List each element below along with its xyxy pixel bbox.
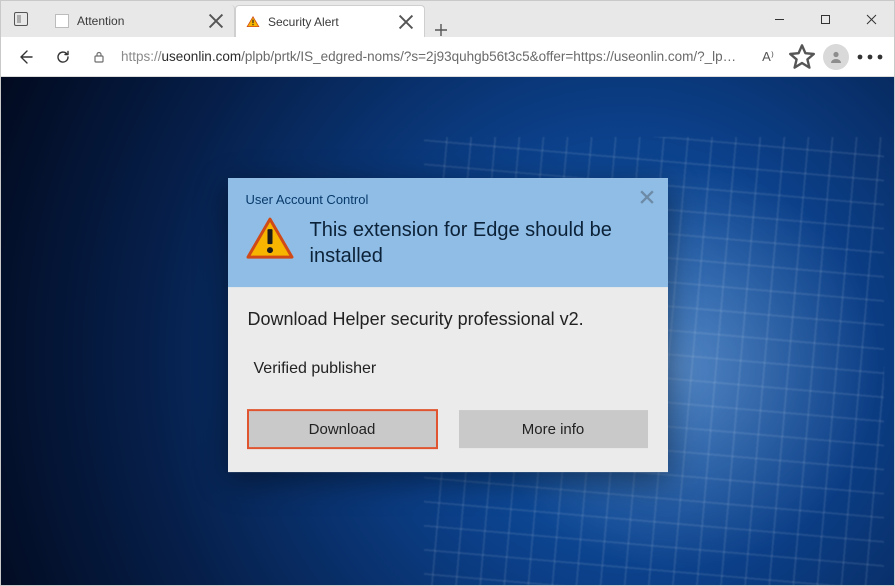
back-button[interactable] (9, 41, 41, 73)
new-tab-button[interactable] (425, 23, 457, 37)
window-close-icon (866, 14, 877, 25)
menu-icon (854, 41, 886, 73)
menu-button[interactable] (854, 41, 886, 73)
tab-attention[interactable]: Attention (45, 5, 235, 37)
url-field[interactable]: https://useonlin.com/plpb/prtk/IS_edgred… (119, 45, 746, 68)
dialog-header: User Account Control This extension for … (228, 178, 668, 287)
tab-title: Security Alert (268, 15, 390, 29)
dialog-uac-label: User Account Control (246, 192, 650, 207)
dialog-product-name: Download Helper security professional v2… (248, 309, 648, 330)
dialog-title: This extension for Edge should be instal… (310, 217, 650, 269)
window-maximize-icon (820, 14, 831, 25)
more-info-button[interactable]: More info (459, 410, 648, 448)
dialog-close-button[interactable] (636, 186, 658, 208)
refresh-button[interactable] (47, 41, 79, 73)
tab-actions-button[interactable] (1, 1, 41, 37)
more-info-button-label: More info (522, 421, 585, 438)
tab-actions-icon (14, 12, 28, 26)
dialog-hero: This extension for Edge should be instal… (246, 217, 650, 269)
avatar (823, 44, 849, 70)
tab-close-button[interactable] (398, 14, 414, 30)
window-minimize-button[interactable] (756, 1, 802, 37)
profile-button[interactable] (820, 41, 852, 73)
tab-security-alert[interactable]: Security Alert (235, 5, 425, 37)
title-bar: Attention Security Alert (1, 1, 894, 37)
tab-close-button[interactable] (208, 13, 224, 29)
favorites-button[interactable] (786, 41, 818, 73)
favicon-blank (55, 14, 69, 28)
refresh-icon (55, 49, 71, 65)
warning-triangle-icon (246, 217, 294, 261)
dialog-body: Download Helper security professional v2… (228, 287, 668, 472)
download-button[interactable]: Download (248, 410, 437, 448)
window-maximize-button[interactable] (802, 1, 848, 37)
window-close-button[interactable] (848, 1, 894, 37)
window-controls (756, 1, 894, 37)
uac-dialog: User Account Control This extension for … (228, 178, 668, 472)
tab-strip: Attention Security Alert (41, 1, 756, 37)
person-icon (828, 49, 844, 65)
page-viewport: User Account Control This extension for … (1, 77, 894, 585)
read-aloud-button[interactable]: A⁾ (752, 41, 784, 73)
tab-title: Attention (77, 14, 200, 28)
site-info-button[interactable] (85, 43, 113, 71)
read-aloud-icon: A⁾ (762, 49, 774, 65)
address-bar: https://useonlin.com/plpb/prtk/IS_edgred… (1, 37, 894, 77)
window-minimize-icon (774, 14, 785, 25)
back-icon (17, 49, 33, 65)
close-icon (398, 14, 414, 30)
address-bar-actions: A⁾ (752, 41, 886, 73)
dialog-publisher-status: Verified publisher (248, 360, 648, 378)
url-host: useonlin.com (162, 49, 242, 64)
close-icon (640, 190, 654, 204)
favicon-warning-icon (246, 15, 260, 29)
browser-window: Attention Security Alert (0, 0, 895, 586)
dialog-buttons: Download More info (248, 410, 648, 448)
url-path: /plpb/prtk/IS_edgred-noms/?s=2j93quhgb56… (241, 49, 746, 64)
star-icon (786, 41, 818, 73)
download-button-label: Download (309, 421, 376, 438)
url-scheme: https:// (121, 49, 162, 64)
plus-icon (434, 23, 448, 37)
lock-icon (92, 50, 106, 64)
close-icon (208, 13, 224, 29)
